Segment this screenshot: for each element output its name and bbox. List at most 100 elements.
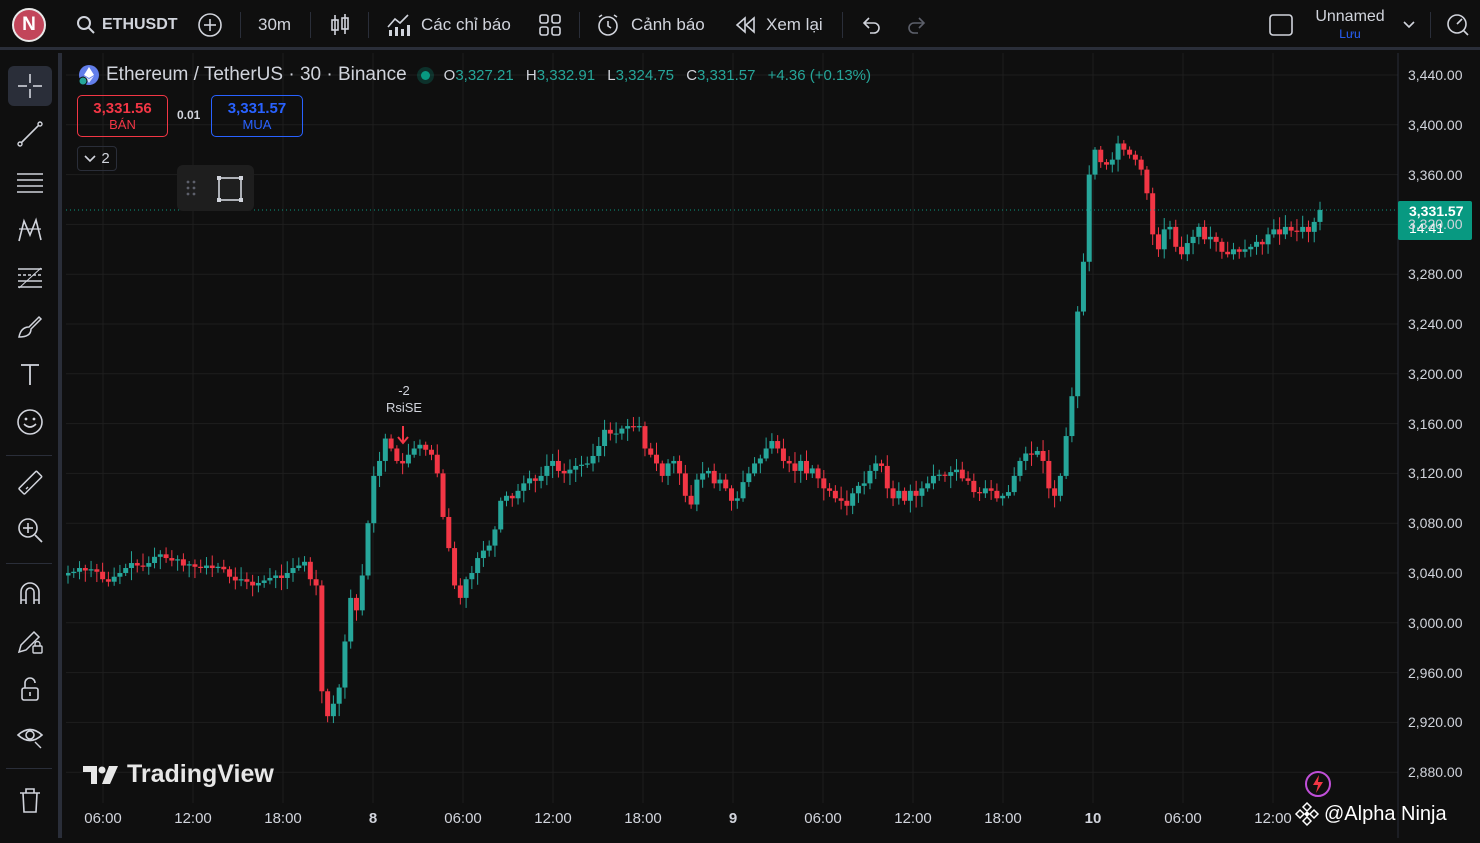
x-axis-tick: 12:00	[534, 810, 572, 827]
candle-body	[250, 581, 256, 586]
candle-body	[157, 554, 163, 557]
chart-pane[interactable]	[65, 53, 1480, 838]
candle-body	[942, 474, 948, 476]
crosshair-icon	[18, 74, 42, 98]
candle-body	[757, 458, 763, 464]
candle-body	[394, 448, 400, 461]
candle-body	[717, 479, 723, 484]
toolbar-divider	[6, 563, 52, 564]
remove-drawings-tool[interactable]	[8, 780, 52, 820]
candle-body	[879, 463, 885, 466]
candle-body	[348, 597, 354, 642]
sell-button[interactable]: 3,331.56 BÁN	[77, 95, 168, 137]
y-axis-tick: 3,000.00	[1408, 614, 1463, 631]
drag-handle-icon[interactable]	[186, 180, 196, 196]
open-value: 3,327.21	[455, 66, 514, 84]
candle-body	[278, 575, 284, 578]
x-axis-tick: 12:00	[1254, 810, 1292, 827]
candle-body	[746, 473, 752, 483]
indicators-icon	[387, 14, 410, 36]
pattern-tool[interactable]	[8, 210, 52, 250]
buy-label: MUA	[242, 117, 272, 132]
candle-body	[1300, 226, 1306, 232]
lock-all-tool[interactable]	[8, 669, 52, 709]
zoom-tool[interactable]	[8, 510, 52, 550]
layout-select-checkbox[interactable]	[1268, 0, 1294, 50]
candle-body	[446, 516, 452, 549]
tradingview-watermark[interactable]: TradingView	[81, 760, 274, 789]
emoji-tool[interactable]	[8, 402, 52, 442]
y-axis-tick: 3,360.00	[1408, 166, 1463, 183]
candle-body	[175, 559, 181, 561]
layouts-button[interactable]	[538, 0, 562, 50]
candle-body	[1213, 236, 1219, 242]
candle-body	[792, 463, 798, 471]
hide-drawings-tool[interactable]	[8, 715, 52, 755]
top-toolbar: N ETHUSDT 30m Các chỉ báo Cảnh báo Xem l…	[0, 0, 1480, 50]
candles-icon	[331, 14, 349, 35]
alerts-button[interactable]: Cảnh báo	[595, 0, 705, 50]
candle-body	[613, 433, 619, 435]
floating-drawing-widget[interactable]	[177, 165, 254, 211]
candle-body	[1104, 162, 1110, 165]
undo-button[interactable]	[860, 0, 882, 50]
smiley-icon	[17, 409, 43, 435]
replay-button[interactable]: Xem lại	[734, 0, 823, 50]
horizontal-lines-tool[interactable]	[8, 162, 52, 202]
chart-type-button[interactable]	[328, 0, 352, 50]
user-avatar[interactable]: N	[12, 8, 46, 42]
credit-overlay: @Alpha Ninja	[1294, 801, 1447, 827]
measure-tool[interactable]	[8, 463, 52, 503]
candle-body	[1046, 460, 1052, 489]
text-tool[interactable]	[8, 354, 52, 394]
binance-logo-icon	[1294, 801, 1320, 827]
candle-body	[602, 429, 608, 447]
magnet-tool[interactable]	[8, 573, 52, 613]
candle-body	[480, 550, 486, 559]
toolbar-divider	[1430, 12, 1431, 38]
trendline-tool[interactable]	[8, 114, 52, 154]
y-axis-tick: 3,040.00	[1408, 565, 1463, 581]
candle-body	[780, 448, 786, 461]
candle-body	[775, 441, 781, 449]
lightning-badge-icon[interactable]	[1304, 770, 1332, 798]
candle-body	[1115, 143, 1121, 160]
candle-body	[261, 580, 267, 583]
brush-tool[interactable]	[8, 306, 52, 346]
y-axis-tick: 3,240.00	[1408, 316, 1463, 332]
layout-menu-button[interactable]	[1402, 0, 1416, 50]
candle-body	[469, 573, 475, 580]
quick-search-button[interactable]	[1446, 0, 1470, 50]
indicators-label: Các chỉ báo	[421, 15, 511, 34]
lock-drawing-tool[interactable]	[8, 621, 52, 661]
interval-button[interactable]: 30m	[258, 0, 291, 50]
candle-body	[1184, 243, 1190, 255]
candle-body	[729, 488, 735, 501]
crosshair-tool[interactable]	[8, 66, 52, 106]
candle-body	[77, 568, 83, 572]
fib-tool[interactable]	[8, 258, 52, 298]
symbol-search[interactable]: ETHUSDT	[76, 0, 178, 50]
x-axis-tick: 12:00	[894, 810, 932, 827]
legend-title[interactable]: Ethereum / TetherUS · 30 · Binance	[106, 64, 407, 86]
candle-body	[1277, 229, 1283, 235]
candle-body	[273, 575, 279, 578]
candle-body	[971, 480, 977, 493]
compare-button[interactable]	[197, 0, 223, 50]
candle-body	[1138, 159, 1144, 170]
legend-collapse-button[interactable]: 2	[77, 146, 117, 171]
candle-body	[1219, 241, 1225, 252]
candle-body	[740, 482, 746, 499]
rectangle-icon[interactable]	[215, 174, 245, 204]
candle-body	[503, 495, 509, 501]
candle-body	[492, 529, 498, 546]
candle-body	[463, 579, 469, 598]
redo-button[interactable]	[906, 0, 928, 50]
candle-body	[203, 565, 209, 569]
candle-body	[209, 565, 215, 569]
candle-body	[734, 498, 740, 501]
buy-button[interactable]: 3,331.57 MUA	[211, 95, 303, 137]
indicators-button[interactable]: Các chỉ báo	[386, 0, 511, 50]
price-chart[interactable]	[65, 53, 1480, 838]
layout-name-button[interactable]: Unnamed Lưu	[1305, 8, 1395, 41]
